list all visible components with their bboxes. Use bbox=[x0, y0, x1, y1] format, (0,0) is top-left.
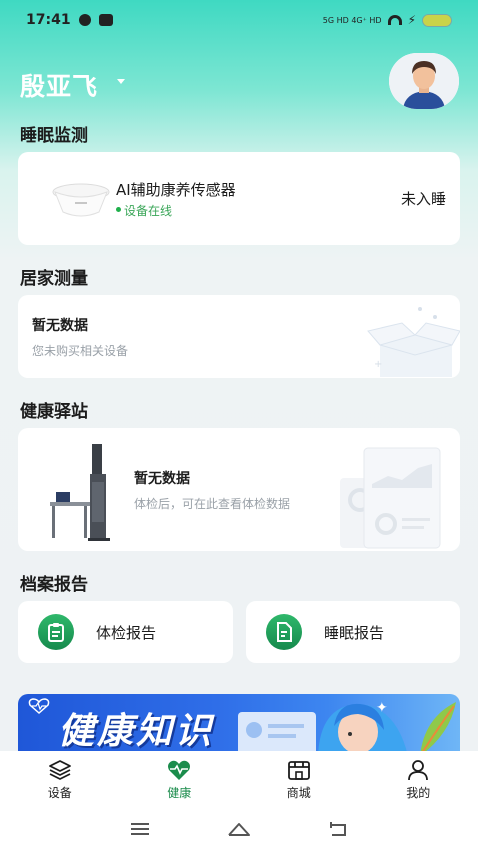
sleep-state: 未入睡 bbox=[400, 190, 446, 208]
header: 殷亚飞 bbox=[0, 53, 478, 115]
empty-subtitle: 您未购买相关设备 bbox=[32, 344, 129, 358]
device-name: AI辅助康养传感器 bbox=[116, 181, 236, 199]
kiosk-device-image bbox=[50, 444, 110, 541]
report-label: 睡眠报告 bbox=[324, 624, 385, 642]
status-right: 5G HD 4G⁺ HD ⚡ bbox=[323, 13, 452, 27]
health-station-card[interactable]: 暂无数据 体检后，可在此查看体检数据 bbox=[18, 428, 460, 551]
notification-icon bbox=[78, 14, 91, 26]
wifi-icon bbox=[387, 15, 402, 25]
tab-label: 健康 bbox=[167, 786, 192, 800]
svg-text:+: + bbox=[374, 359, 382, 370]
health-knowledge-banner[interactable]: 健康知识 ✦ bbox=[18, 694, 460, 756]
layers-icon bbox=[48, 760, 71, 780]
tab-devices[interactable]: 设备 bbox=[0, 751, 120, 807]
avatar[interactable] bbox=[389, 53, 459, 109]
tab-label: 设备 bbox=[47, 786, 72, 800]
tab-label: 我的 bbox=[406, 786, 431, 800]
tab-health[interactable]: 健康 bbox=[120, 751, 240, 807]
user-name-switcher[interactable]: 殷亚飞 bbox=[20, 67, 98, 103]
sparkle-icon: ✦ bbox=[376, 700, 388, 716]
woman-illustration bbox=[318, 703, 408, 756]
caret-down-icon[interactable] bbox=[117, 79, 125, 84]
status-bar: 17:41 5G HD 4G⁺ HD ⚡ bbox=[0, 0, 478, 40]
section-title-health-station: 健康驿站 bbox=[20, 402, 88, 422]
tab-store[interactable]: 商城 bbox=[239, 751, 359, 807]
section-title-archive: 档案报告 bbox=[20, 575, 88, 595]
physical-exam-report-button[interactable]: 体检报告 bbox=[18, 601, 233, 663]
home-measure-card[interactable]: 暂无数据 您未购买相关设备 + bbox=[18, 295, 460, 378]
charging-icon: ⚡ bbox=[407, 13, 416, 27]
report-illustration bbox=[340, 447, 441, 549]
section-title-sleep: 睡眠监测 bbox=[20, 126, 88, 146]
empty-box-illustration: + bbox=[367, 307, 460, 377]
network-indicator: 5G HD 4G⁺ HD bbox=[322, 15, 382, 25]
system-navigation-bar bbox=[0, 807, 478, 850]
home-icon[interactable] bbox=[227, 819, 251, 839]
online-status-dot bbox=[116, 207, 121, 212]
heart-pulse-icon bbox=[168, 760, 191, 780]
profile-card-illustration bbox=[238, 712, 316, 756]
store-icon bbox=[287, 761, 310, 780]
tab-me[interactable]: 我的 bbox=[359, 751, 478, 807]
report-label: 体检报告 bbox=[96, 624, 157, 642]
banner-title: 健康知识 bbox=[58, 711, 215, 752]
battery-icon bbox=[422, 13, 452, 27]
back-icon[interactable] bbox=[326, 819, 350, 839]
bottom-tab-bar: 设备 健康 商城 我的 bbox=[0, 751, 478, 807]
sensor-device-image bbox=[52, 183, 110, 217]
document-chart-icon bbox=[266, 614, 302, 650]
user-icon bbox=[408, 760, 429, 781]
leaf-illustration bbox=[419, 702, 456, 756]
menu-icon[interactable] bbox=[128, 819, 152, 839]
empty-subtitle: 体检后，可在此查看体检数据 bbox=[134, 497, 291, 511]
status-left: 17:41 bbox=[26, 12, 113, 28]
empty-title: 暂无数据 bbox=[134, 471, 190, 487]
tab-label: 商城 bbox=[286, 786, 311, 800]
app-notification-icon bbox=[98, 14, 113, 26]
status-time: 17:41 bbox=[26, 12, 71, 28]
heart-pulse-icon bbox=[28, 698, 50, 714]
device-status: 设备在线 bbox=[124, 204, 173, 218]
section-title-home-measure: 居家测量 bbox=[20, 269, 88, 289]
empty-title: 暂无数据 bbox=[32, 318, 88, 334]
sleep-report-button[interactable]: 睡眠报告 bbox=[246, 601, 460, 663]
sleep-device-card[interactable]: AI辅助康养传感器 设备在线 未入睡 bbox=[18, 152, 460, 245]
clipboard-icon bbox=[38, 614, 74, 650]
